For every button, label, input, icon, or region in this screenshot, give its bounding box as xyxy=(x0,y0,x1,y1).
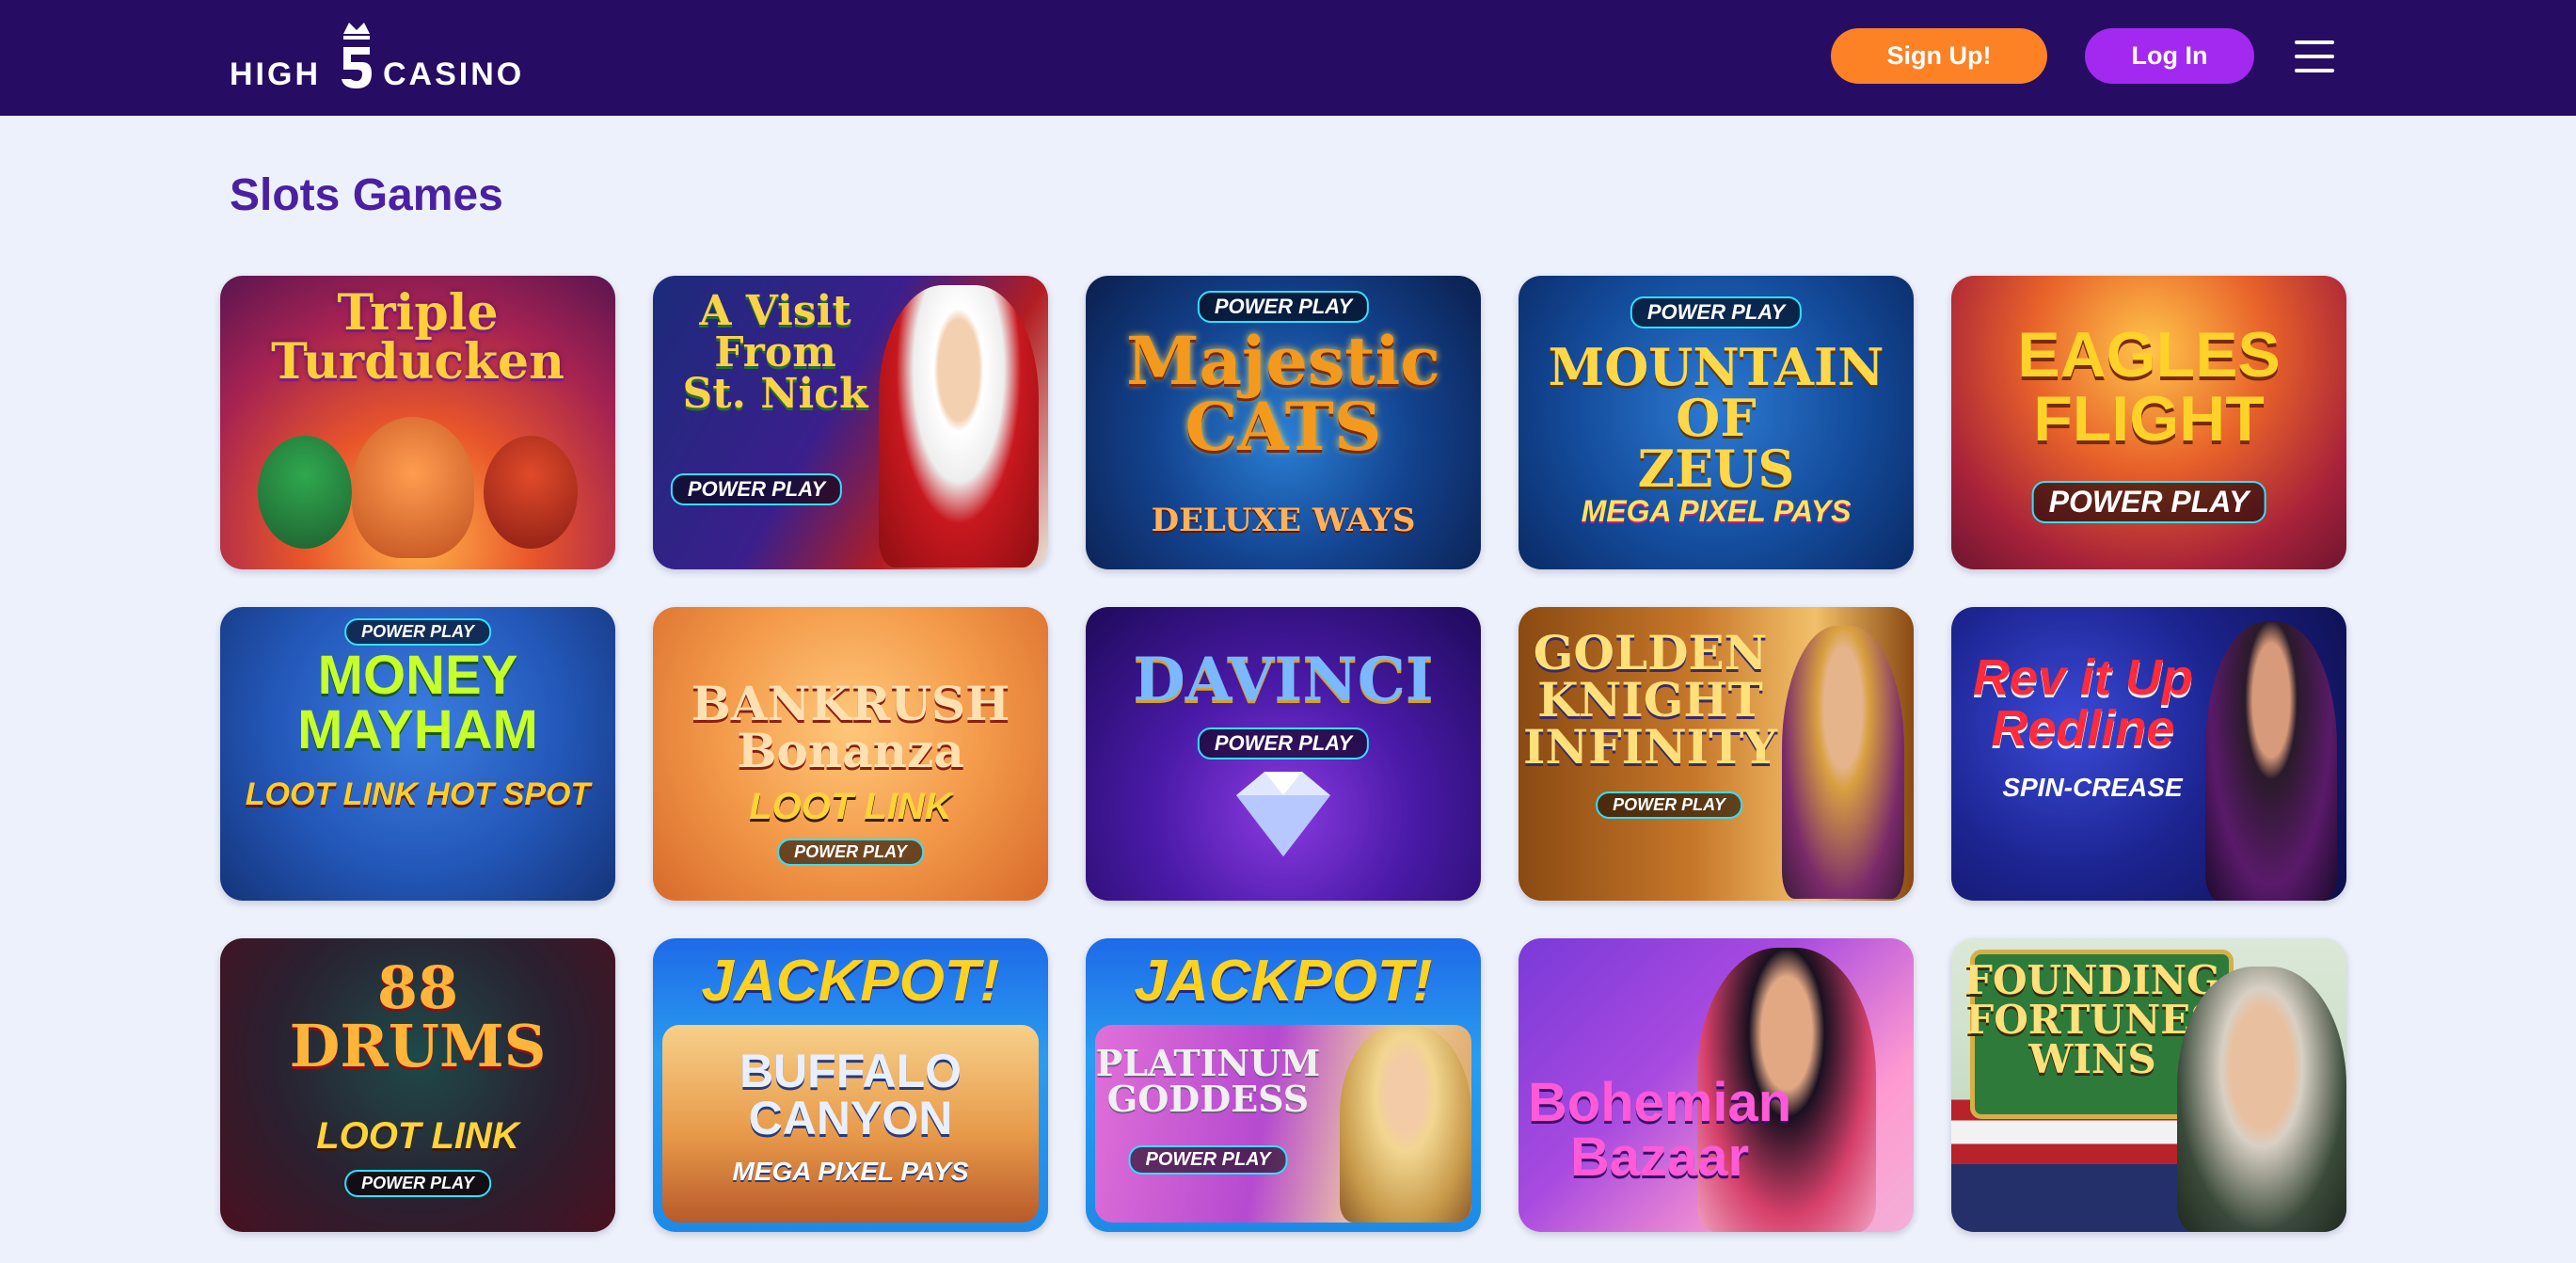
game-artwork-panel: BUFFALO CANYON MEGA PIXEL PAYS xyxy=(662,1025,1039,1223)
santa-claus-illustration xyxy=(879,285,1039,568)
game-card-mountain-of-zeus[interactable]: POWER PLAY MOUNTAIN OF ZEUS MEGA PIXEL P… xyxy=(1519,276,1914,569)
power-play-badge: POWER PLAY xyxy=(777,839,924,866)
game-card-davinci[interactable]: DAVINCI POWER PLAY xyxy=(1086,607,1481,901)
high5-casino-logo[interactable]: HIGH CASINO xyxy=(230,17,540,98)
jackpot-banner: JACKPOT! xyxy=(701,949,1000,1014)
goddess-character-illustration xyxy=(1340,1025,1471,1223)
turkey-character-illustration xyxy=(352,417,474,558)
game-subtitle: LOOT LINK xyxy=(316,1115,519,1157)
game-card-jackpot-buffalo-canyon[interactable]: JACKPOT! BUFFALO CANYON MEGA PIXEL PAYS xyxy=(653,938,1048,1232)
game-title: BUFFALO CANYON xyxy=(739,1045,962,1144)
logo-text-left: HIGH xyxy=(230,56,321,92)
game-card-money-mayham[interactable]: POWER PLAY MONEY MAYHAM LOOT LINK HOT SP… xyxy=(220,607,615,901)
diamond-illustration xyxy=(1236,772,1330,856)
game-card-eagles-flight[interactable]: EAGLES FLIGHT POWER PLAY xyxy=(1951,276,2346,569)
game-title: DAVINCI xyxy=(1133,645,1434,715)
game-card-jackpot-platinum-goddess[interactable]: JACKPOT! PLATINUM GODDESS POWER PLAY xyxy=(1086,938,1481,1232)
game-card-88-drums[interactable]: 88 DRUMS LOOT LINK POWER PLAY xyxy=(220,938,615,1232)
power-play-badge: POWER PLAY xyxy=(670,473,843,505)
woman-character-illustration xyxy=(2205,622,2337,901)
game-card-triple-turducken[interactable]: Triple Turducken xyxy=(220,276,615,569)
slots-games-grid: Triple Turducken A Visit From St. Nick P… xyxy=(220,276,2346,1232)
game-title: Majestic CATS xyxy=(1126,322,1440,466)
game-subtitle: LOOT LINK xyxy=(749,786,952,827)
game-title: EAGLES FLIGHT xyxy=(2017,319,2281,455)
game-title: 88 DRUMS xyxy=(289,953,547,1080)
game-card-founding-fortunes-wins[interactable]: FOUNDING FORTUNES WINS xyxy=(1951,938,2346,1232)
power-play-badge: POWER PLAY xyxy=(1630,296,1803,328)
power-play-badge: POWER PLAY xyxy=(1596,791,1742,819)
section-title: Slots Games xyxy=(230,170,503,220)
knight-character-illustration xyxy=(1782,626,1904,899)
jackpot-banner: JACKPOT! xyxy=(1134,949,1433,1014)
game-title: MONEY MAYHAM xyxy=(297,645,538,760)
game-title: Bohemian Bazaar xyxy=(1527,1072,1792,1188)
power-play-badge: POWER PLAY xyxy=(344,618,491,646)
game-subtitle: LOOT LINK HOT SPOT xyxy=(245,776,591,812)
game-card-bankrush-bonanza[interactable]: BANKRUSH Bonanza LOOT LINK POWER PLAY xyxy=(653,607,1048,901)
duck-character-illustration xyxy=(258,436,352,549)
game-card-golden-knight-infinity[interactable]: GOLDEN KNIGHT INFINITY POWER PLAY xyxy=(1519,607,1914,901)
game-subtitle: MEGA PIXEL PAYS xyxy=(732,1157,969,1186)
power-play-badge: POWER PLAY xyxy=(1197,727,1370,759)
logo-text-right: CASINO xyxy=(383,56,525,92)
power-play-badge: POWER PLAY xyxy=(344,1170,491,1197)
power-play-badge: POWER PLAY xyxy=(2031,481,2266,523)
crown-five-icon xyxy=(342,23,372,88)
top-navigation-bar: HIGH CASINO Sign Up! Log In xyxy=(0,0,2576,116)
game-title: BANKRUSH Bonanza xyxy=(691,676,1010,778)
game-artwork-panel: PLATINUM GODDESS POWER PLAY xyxy=(1095,1025,1471,1223)
game-title: MOUNTAIN OF ZEUS xyxy=(1548,337,1884,499)
log-in-button[interactable]: Log In xyxy=(2085,28,2254,84)
game-card-rev-it-up-redline[interactable]: Rev it Up Redline SPIN-CREASE xyxy=(1951,607,2346,901)
benjamin-franklin-illustration xyxy=(2177,967,2346,1232)
game-subtitle: MEGA PIXEL PAYS xyxy=(1581,494,1852,528)
sign-up-button[interactable]: Sign Up! xyxy=(1831,28,2047,84)
game-title: Triple Turducken xyxy=(271,284,564,391)
game-card-majestic-cats[interactable]: POWER PLAY Majestic CATS DELUXE WAYS xyxy=(1086,276,1481,569)
game-subtitle: DELUXE WAYS xyxy=(1151,502,1416,539)
game-card-a-visit-from-st-nick[interactable]: A Visit From St. Nick POWER PLAY xyxy=(653,276,1048,569)
game-card-bohemian-bazaar[interactable]: Bohemian Bazaar xyxy=(1519,938,1914,1232)
power-play-badge: POWER PLAY xyxy=(1128,1145,1288,1175)
chicken-character-illustration xyxy=(484,436,578,549)
hamburger-menu-icon[interactable] xyxy=(2295,39,2334,74)
power-play-badge: POWER PLAY xyxy=(1197,291,1370,323)
